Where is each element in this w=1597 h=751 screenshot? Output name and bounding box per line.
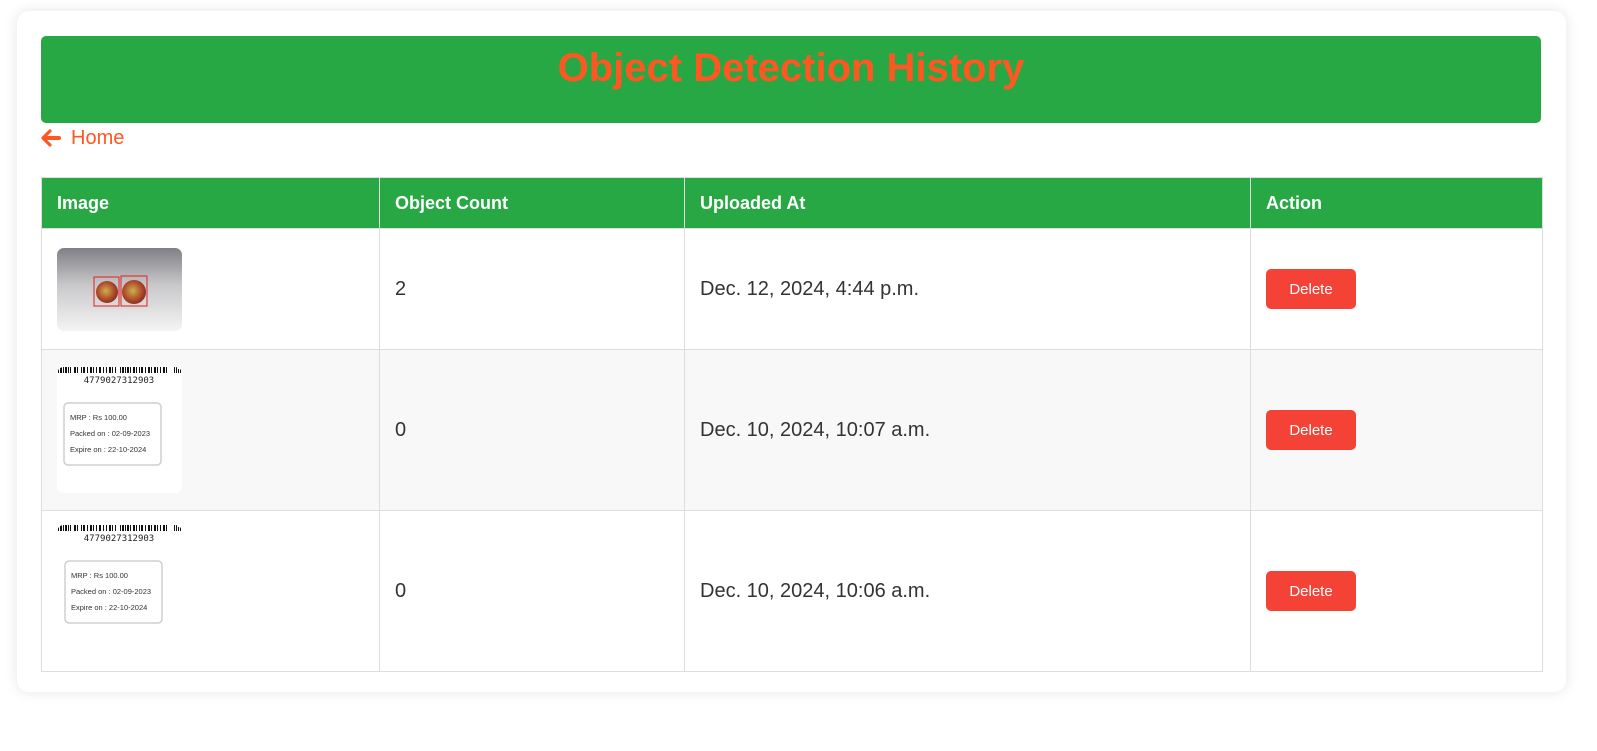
object-count-cell: 0	[379, 349, 685, 511]
action-cell: Delete	[1250, 228, 1543, 350]
uploaded-at-cell: Dec. 10, 2024, 10:06 a.m.	[684, 510, 1251, 672]
detection-thumbnail[interactable]	[57, 247, 182, 331]
column-header-object-count: Object Count	[379, 177, 685, 229]
table-row: 4779027312903 MRP : Rs 100.00 Packed on …	[41, 510, 1543, 672]
history-table: Image Object Count Uploaded At Action 2 …	[41, 177, 1543, 672]
delete-button[interactable]: Delete	[1266, 269, 1356, 309]
table-row: 4779027312903 MRP : Rs 100.00 Packed on …	[41, 349, 1543, 511]
page-title: Object Detection History	[557, 46, 1025, 90]
barcode-number: 4779027312903	[84, 534, 154, 544]
column-header-action: Action	[1250, 177, 1543, 229]
image-cell: 4779027312903 MRP : Rs 100.00 Packed on …	[41, 510, 380, 672]
column-header-image: Image	[41, 177, 380, 229]
label-mrp: MRP : Rs 100.00	[70, 413, 127, 422]
delete-button[interactable]: Delete	[1266, 571, 1356, 611]
barcode-number: 4779027312903	[84, 376, 154, 386]
home-link-label: Home	[71, 126, 125, 149]
page-header: Object Detection History	[41, 36, 1541, 123]
label-expire: Expire on : 22-10-2024	[70, 445, 146, 454]
uploaded-at-cell: Dec. 10, 2024, 10:07 a.m.	[684, 349, 1251, 511]
label-thumbnail[interactable]: 4779027312903 MRP : Rs 100.00 Packed on …	[57, 524, 182, 626]
table-header-row: Image Object Count Uploaded At Action	[41, 177, 1543, 229]
object-count-cell: 0	[379, 510, 685, 672]
delete-button[interactable]: Delete	[1266, 410, 1356, 450]
image-cell: 4779027312903 MRP : Rs 100.00 Packed on …	[41, 349, 380, 511]
label-mrp: MRP : Rs 100.00	[71, 571, 128, 580]
label-thumbnail[interactable]: 4779027312903 MRP : Rs 100.00 Packed on …	[57, 367, 182, 493]
table-row: 2 Dec. 12, 2024, 4:44 p.m. Delete	[41, 228, 1543, 350]
label-packed: Packed on : 02-09-2023	[71, 587, 151, 596]
label-packed: Packed on : 02-09-2023	[70, 429, 150, 438]
action-cell: Delete	[1250, 510, 1543, 672]
label-expire: Expire on : 22-10-2024	[71, 603, 147, 612]
arrow-left-icon	[41, 129, 61, 147]
image-cell	[41, 228, 380, 350]
action-cell: Delete	[1250, 349, 1543, 511]
column-header-uploaded-at: Uploaded At	[684, 177, 1251, 229]
object-count-cell: 2	[379, 228, 685, 350]
uploaded-at-cell: Dec. 12, 2024, 4:44 p.m.	[684, 228, 1251, 350]
home-link[interactable]: Home	[41, 126, 124, 150]
history-card: Object Detection History Home Image Obje…	[17, 11, 1566, 692]
